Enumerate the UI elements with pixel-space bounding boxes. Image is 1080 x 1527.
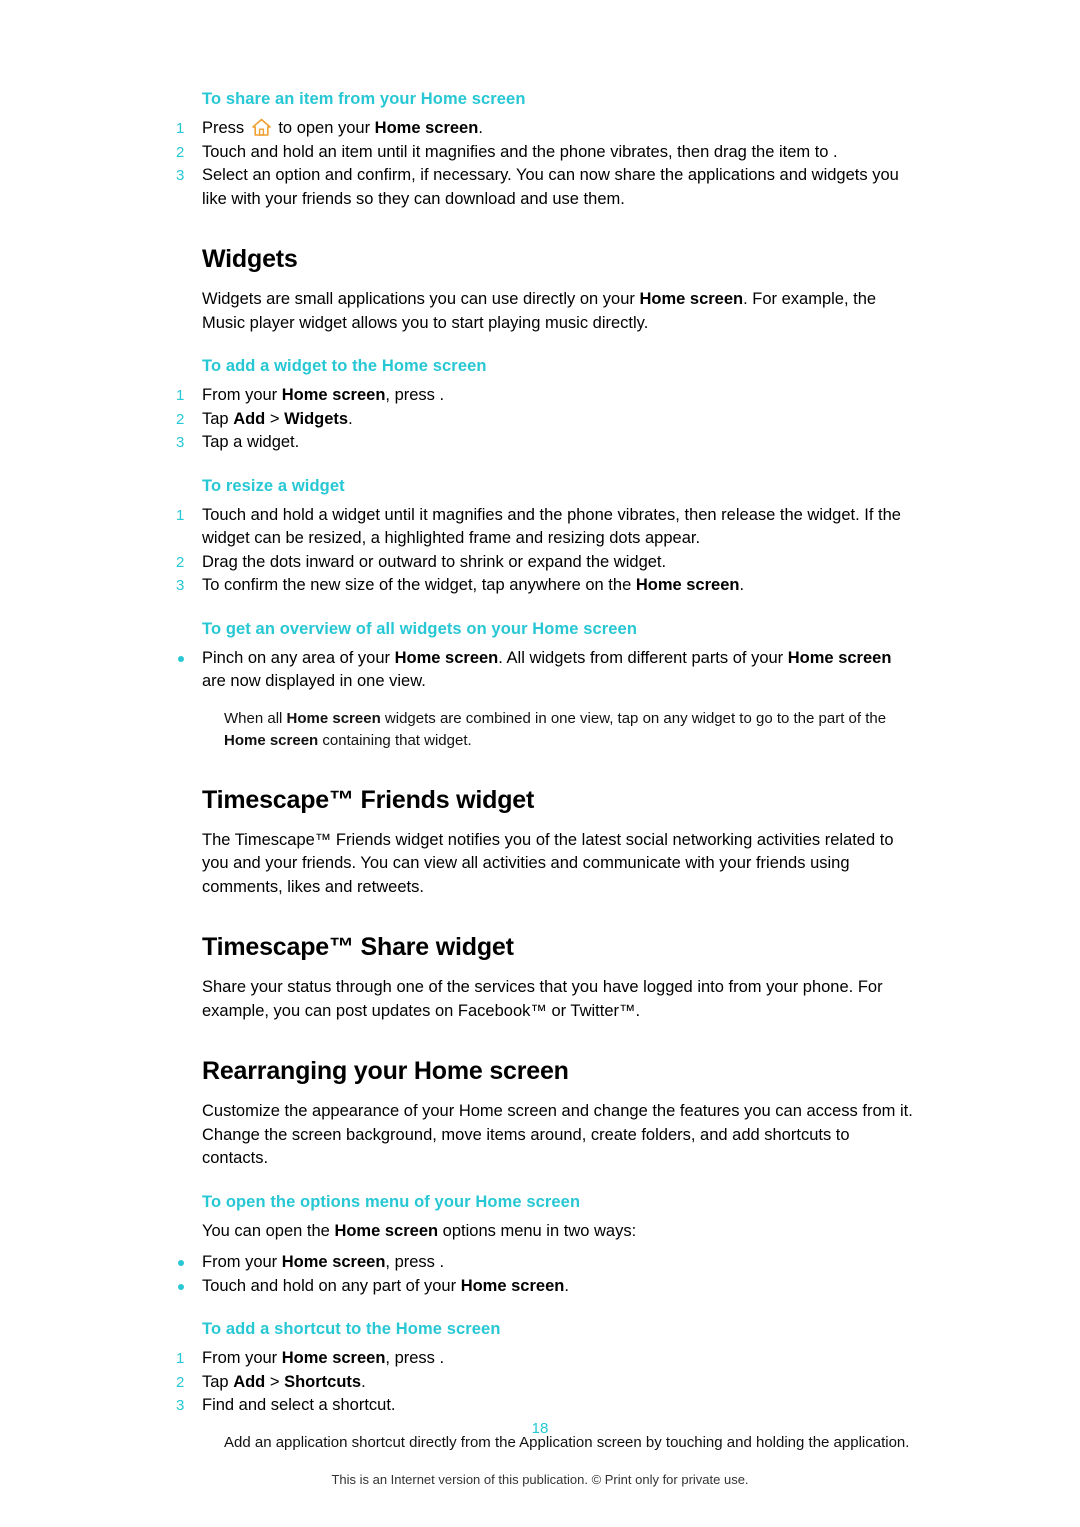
list-item: 3 Select an option and confirm, if neces… <box>176 164 916 211</box>
list-item: From your Home screen, press . <box>176 1251 916 1275</box>
page-content: To share an item from your Home screen 1… <box>176 90 916 1454</box>
steps-share-item: 1 Press to open your Home screen. 2 Touc… <box>176 117 916 211</box>
heading-widgets: Widgets <box>202 245 298 273</box>
step-text: Tap a widget. <box>202 433 300 451</box>
heading-timescape-friends: Timescape™ Friends widget <box>202 785 535 814</box>
bullet-dot <box>178 1283 184 1290</box>
steps-overview-widgets: Pinch on any area of your Home screen. A… <box>176 647 916 694</box>
heading-timescape-share: Timescape™ Share widget <box>202 933 514 961</box>
bullet-dot <box>178 655 184 662</box>
step-number: 1 <box>176 1350 185 1367</box>
heading-options-menu: To open the options menu of your Home sc… <box>202 1192 581 1211</box>
step-number: 1 <box>176 506 185 524</box>
paragraph-timescape-friends: The Timescape™ Friends widget notifies y… <box>202 830 894 896</box>
step-text: To confirm the new size of the widget, t… <box>202 576 745 594</box>
step-number: 2 <box>176 1373 185 1391</box>
list-item: 3 To confirm the new size of the widget,… <box>176 574 916 598</box>
list-item: 2 Tap Add > Shortcuts. <box>176 1371 916 1395</box>
footer-note: This is an Internet version of this publ… <box>331 1472 749 1487</box>
steps-add-widget: 1 From your Home screen, press . 2 Tap A… <box>176 384 916 455</box>
step-text: Touch and hold an item until it magnifie… <box>202 142 838 161</box>
list-item: 1 Touch and hold a widget until it magni… <box>176 504 916 551</box>
step-text: Tap Add > Widgets. <box>202 409 353 428</box>
step-number: 2 <box>176 143 185 161</box>
step-text: Press to open your Home screen. <box>202 118 483 137</box>
list-item: 3 Tap a widget. <box>176 431 916 455</box>
steps-add-shortcut: 1 From your Home screen, press . 2 Tap A… <box>176 1347 916 1418</box>
list-item: 1 From your Home screen, press . <box>176 1347 916 1371</box>
list-item: 1 Press to open your Home screen. <box>176 117 916 141</box>
step-text: Tap Add > Shortcuts. <box>202 1372 366 1391</box>
list-item: Pinch on any area of your Home screen. A… <box>176 647 916 694</box>
step-number: 3 <box>176 1397 185 1414</box>
step-number: 2 <box>176 410 185 428</box>
document-page: To share an item from your Home screen 1… <box>0 0 1080 1527</box>
heading-resize-widget: To resize a widget <box>202 476 345 495</box>
step-number: 2 <box>176 553 185 571</box>
heading-overview-widgets: To get an overview of all widgets on you… <box>202 619 638 638</box>
step-number: 3 <box>176 167 185 184</box>
step-text: Drag the dots inward or outward to shrin… <box>202 552 667 571</box>
paragraph-rearranging: Customize the appearance of your Home sc… <box>202 1102 913 1167</box>
home-key-icon <box>251 118 272 137</box>
step-text: From your Home screen, press . <box>202 1349 445 1367</box>
list-item: 2 Tap Add > Widgets. <box>176 408 916 432</box>
steps-options-menu: From your Home screen, press . Touch and… <box>176 1251 916 1298</box>
note-overview-widgets: When all Home screen widgets are combine… <box>224 709 887 749</box>
paragraph-widgets-intro: Widgets are small applications you can u… <box>202 290 877 332</box>
step-number: 3 <box>176 434 185 451</box>
step-text: Pinch on any area of your Home screen. A… <box>202 648 892 691</box>
list-item: 3 Find and select a shortcut. <box>176 1394 916 1418</box>
list-item: 2 Drag the dots inward or outward to shr… <box>176 551 916 575</box>
step-text: From your Home screen, press . <box>202 386 445 404</box>
step-text: Touch and hold on any part of your Home … <box>202 1276 569 1295</box>
step-text: From your Home screen, press . <box>202 1253 445 1271</box>
step-number: 3 <box>176 577 185 594</box>
list-item: 2 Touch and hold an item until it magnif… <box>176 141 916 165</box>
step-number: 1 <box>176 387 185 404</box>
list-item: 1 From your Home screen, press . <box>176 384 916 408</box>
step-text: Touch and hold a widget until it magnifi… <box>202 505 901 548</box>
paragraph-options-lead: You can open the Home screen options men… <box>202 1221 637 1240</box>
step-number: 1 <box>176 120 185 137</box>
heading-add-widget: To add a widget to the Home screen <box>202 357 487 375</box>
steps-resize-widget: 1 Touch and hold a widget until it magni… <box>176 504 916 598</box>
step-text: Select an option and confirm, if necessa… <box>202 166 899 208</box>
heading-rearranging: Rearranging your Home screen <box>202 1057 569 1085</box>
list-item: Touch and hold on any part of your Home … <box>176 1275 916 1299</box>
page-number: 18 <box>531 1420 549 1437</box>
bullet-dot <box>178 1260 184 1266</box>
step-text: Find and select a shortcut. <box>202 1396 396 1414</box>
paragraph-timescape-share: Share your status through one of the ser… <box>202 978 883 1020</box>
heading-add-shortcut: To add a shortcut to the Home screen <box>202 1320 501 1338</box>
heading-share-item: To share an item from your Home screen <box>202 90 526 108</box>
